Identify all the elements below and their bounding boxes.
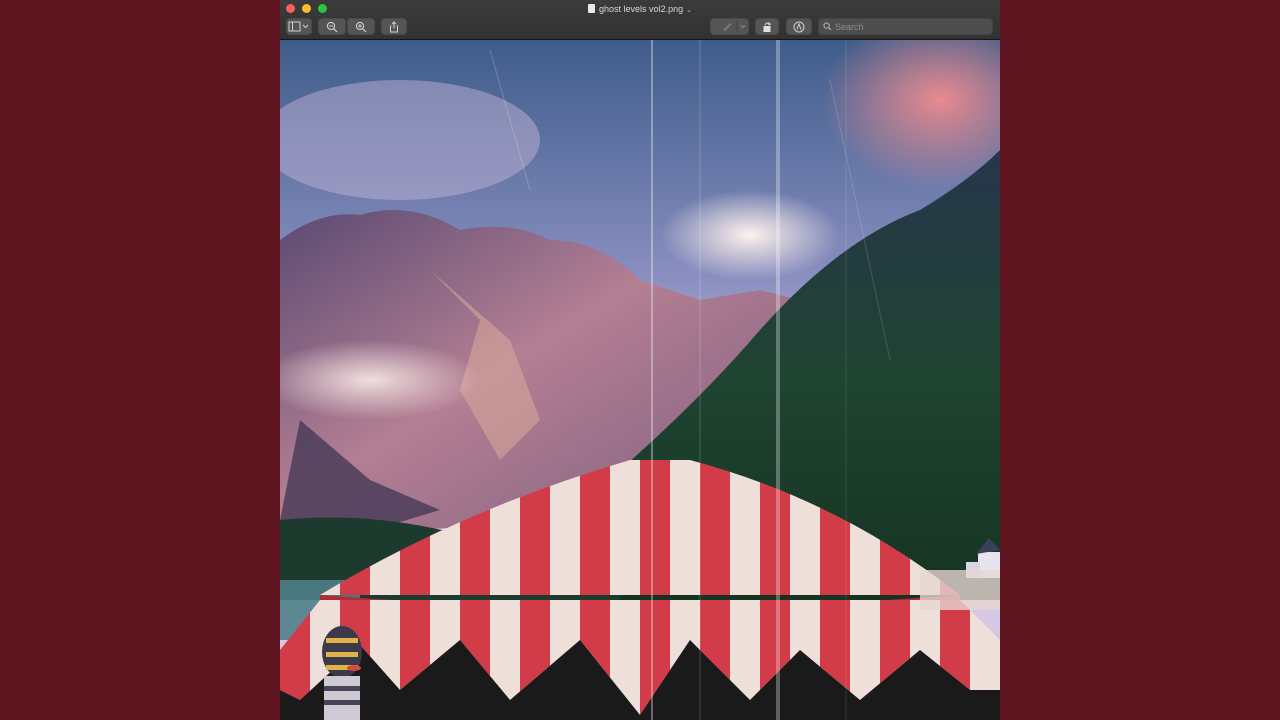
markup-icon — [793, 21, 805, 33]
side-tent — [920, 570, 1000, 610]
rotate-icon — [763, 22, 772, 32]
markup-pen-button[interactable] — [710, 18, 749, 35]
search-icon — [823, 22, 832, 31]
search-input[interactable] — [835, 19, 985, 34]
titlebar: ghost levels vol2.png ⌄ — [280, 0, 1000, 40]
preview-window: ghost levels vol2.png ⌄ — [280, 0, 1000, 720]
zoom-out-button[interactable] — [318, 18, 346, 35]
search-field[interactable] — [818, 18, 993, 35]
pen-icon — [722, 21, 745, 32]
document-title-text: ghost levels vol2.png — [599, 4, 684, 14]
zoom-out-icon — [326, 21, 338, 33]
rotate-button[interactable] — [755, 18, 779, 35]
zoom-in-icon — [355, 21, 367, 33]
share-icon — [390, 21, 398, 33]
image-canvas — [280, 40, 1000, 720]
figure-stripe — [326, 638, 358, 643]
cloud — [660, 190, 840, 280]
figure-stripe — [324, 686, 360, 691]
sidebar-toggle-button[interactable] — [286, 18, 312, 35]
sidebar-toggle-icon — [288, 21, 309, 32]
figure-mouth — [347, 665, 361, 671]
file-icon — [588, 4, 596, 13]
document-title[interactable]: ghost levels vol2.png ⌄ — [280, 3, 1000, 17]
figure-stripe — [324, 700, 360, 705]
share-button[interactable] — [381, 18, 407, 35]
figure-body — [324, 676, 360, 720]
figure-stripe — [326, 652, 358, 657]
markup-toolbar-button[interactable] — [786, 18, 812, 35]
zoom-in-button[interactable] — [347, 18, 375, 35]
chevron-down-icon: ⌄ — [686, 7, 692, 14]
